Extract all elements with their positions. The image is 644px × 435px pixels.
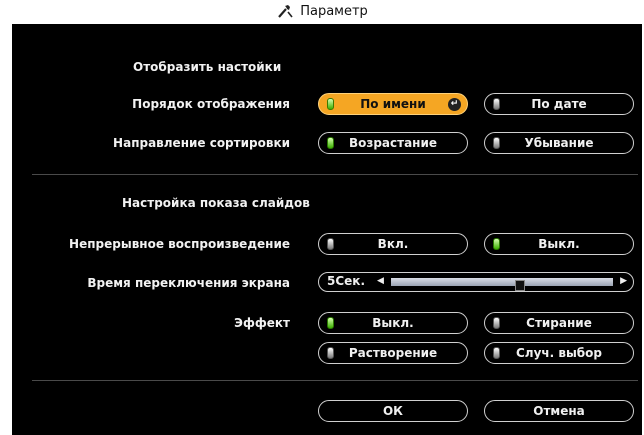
cancel-button[interactable]: Отмена (484, 400, 634, 422)
led-indicator-icon (327, 347, 334, 359)
window-title: Параметр (300, 3, 368, 19)
title-bar: Параметр (0, 0, 644, 22)
ok-button[interactable]: ОК (318, 400, 468, 422)
continuous-off-label: Выкл. (538, 237, 580, 251)
order-by-name-label: По имени (360, 97, 426, 111)
continuous-play-label: Непрерывное воспроизведение (69, 237, 290, 251)
sort-direction-label: Направление сортировки (113, 136, 290, 150)
sort-ascending-button[interactable]: Возрастание (318, 132, 468, 154)
led-indicator-icon (493, 98, 500, 110)
display-order-label: Порядок отображения (132, 97, 290, 111)
effect-random-button[interactable]: Случ. выбор (484, 342, 634, 364)
settings-panel: Отобразить настойки Порядок отображения … (12, 24, 642, 435)
divider (32, 174, 638, 175)
switch-time-slider[interactable]: 5Сек. ◀ ▶ (318, 272, 634, 292)
led-indicator-icon (493, 347, 500, 359)
effect-off-button[interactable]: Выкл. (318, 312, 468, 334)
effect-dissolve-label: Растворение (348, 346, 438, 360)
switch-time-label: Время переключения экрана (87, 276, 290, 290)
order-by-date-label: По дате (531, 97, 587, 111)
effect-wipe-button[interactable]: Стирание (484, 312, 634, 334)
effect-random-label: Случ. выбор (515, 346, 603, 360)
led-indicator-icon (493, 238, 500, 250)
order-by-name-button[interactable]: По имени ↵ (318, 93, 468, 115)
led-indicator-icon (327, 317, 334, 329)
slider-thumb[interactable] (515, 280, 525, 291)
order-by-date-button[interactable]: По дате (484, 93, 634, 115)
arrow-right-icon[interactable]: ▶ (620, 276, 627, 286)
continuous-on-label: Вкл. (377, 237, 409, 251)
led-indicator-icon (327, 98, 334, 110)
sort-ascending-label: Возрастание (348, 136, 438, 150)
slideshow-heading: Настройка показа слайдов (122, 196, 310, 210)
effect-label: Эффект (234, 316, 290, 330)
switch-time-value: 5Сек. (327, 274, 366, 288)
effect-off-label: Выкл. (372, 316, 414, 330)
continuous-off-button[interactable]: Выкл. (484, 233, 634, 255)
led-indicator-icon (493, 137, 500, 149)
enter-icon: ↵ (448, 98, 461, 111)
effect-wipe-label: Стирание (526, 316, 592, 330)
sort-descending-button[interactable]: Убывание (484, 132, 634, 154)
sort-descending-label: Убывание (524, 136, 594, 150)
led-indicator-icon (493, 317, 500, 329)
arrow-left-icon[interactable]: ◀ (377, 276, 384, 286)
effect-dissolve-button[interactable]: Растворение (318, 342, 468, 364)
led-indicator-icon (327, 238, 334, 250)
display-settings-heading: Отобразить настойки (133, 60, 282, 74)
tools-icon (276, 3, 294, 19)
divider (32, 380, 638, 381)
continuous-on-button[interactable]: Вкл. (318, 233, 468, 255)
led-indicator-icon (327, 137, 334, 149)
slider-track[interactable] (391, 278, 613, 291)
